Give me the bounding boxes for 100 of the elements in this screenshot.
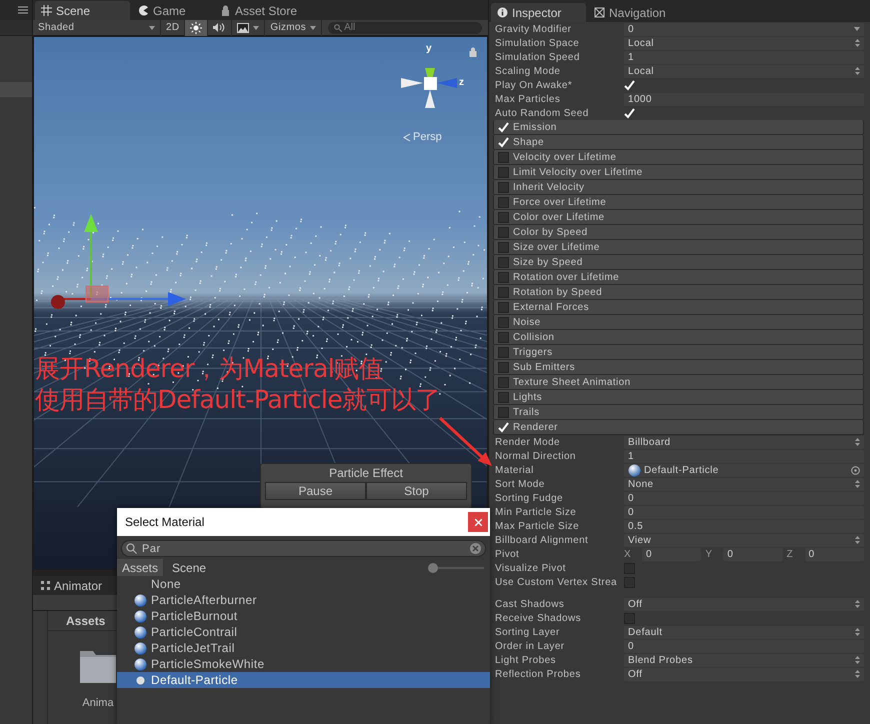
sphere-icon (134, 626, 146, 638)
number-field[interactable]: 1000 (624, 92, 864, 106)
material-item[interactable]: ParticleJetTrail (117, 640, 490, 656)
dropdown[interactable]: Local (624, 36, 864, 50)
checkmark-icon (624, 80, 635, 90)
clear-icon[interactable] (470, 543, 481, 554)
module-header[interactable]: Shape (493, 135, 864, 150)
checkbox[interactable] (498, 286, 509, 298)
checkbox[interactable] (498, 392, 509, 402)
checkbox[interactable] (498, 376, 509, 388)
property-label: Normal Direction (494, 450, 577, 462)
module-header[interactable]: External Forces (493, 300, 864, 315)
chevron-left-icon (403, 132, 411, 142)
padlock-icon[interactable] (469, 47, 477, 57)
number-field[interactable]: 0 (624, 492, 864, 504)
checkbox[interactable] (498, 166, 509, 178)
checkbox[interactable] (498, 272, 509, 282)
lighting-toggle[interactable] (185, 20, 208, 36)
annotation-text: 展开Renderer，为Materal赋值 (35, 353, 384, 384)
checkbox[interactable] (498, 256, 509, 268)
dropdown[interactable]: View (624, 534, 864, 546)
module-header[interactable]: Trails (493, 405, 864, 420)
tab[interactable]: Scene (35, 1, 130, 20)
module-header[interactable]: Renderer (493, 420, 864, 435)
number-field[interactable]: 0 (804, 548, 864, 560)
material-item[interactable]: None (117, 576, 490, 592)
object-field[interactable]: Default-Particle (624, 464, 864, 476)
checkbox[interactable] (498, 196, 509, 208)
selected-row[interactable] (0, 82, 32, 97)
number-field[interactable]: 1 (624, 450, 864, 462)
material-item[interactable]: ParticleAfterburner (117, 592, 490, 608)
material-item[interactable]: Default-Particle (117, 672, 490, 688)
module-header[interactable]: Inherit Velocity (493, 180, 864, 195)
target-icon[interactable] (851, 466, 860, 474)
number-field[interactable]: 0 (624, 640, 864, 652)
dropdown[interactable]: None (624, 478, 864, 490)
module-header[interactable]: Size over Lifetime (493, 240, 864, 255)
dropdown[interactable]: Billboard (624, 436, 864, 448)
asset-label[interactable]: Anima (82, 697, 114, 709)
checkbox[interactable] (624, 612, 635, 624)
close-icon (474, 518, 482, 526)
module-header[interactable]: Emission (493, 120, 864, 135)
module-header[interactable]: Collision (493, 330, 864, 345)
checkbox[interactable] (498, 332, 509, 342)
module-header[interactable]: Size by Speed (493, 255, 864, 270)
checkbox[interactable] (498, 316, 509, 328)
tab[interactable]: Game (132, 1, 212, 20)
number-field[interactable]: 0 (723, 548, 783, 560)
axis-label: X (624, 548, 632, 560)
search-field[interactable]: Par (121, 540, 486, 557)
checkbox[interactable] (498, 152, 509, 162)
checkbox[interactable] (498, 406, 509, 418)
dropdown[interactable]: Blend Probes (624, 654, 864, 666)
effect-button[interactable]: Pause (265, 482, 366, 500)
dropdown[interactable]: Local (624, 64, 864, 78)
dropdown[interactable]: Off (624, 598, 864, 610)
number-field[interactable]: 0.5 (624, 520, 864, 532)
checkbox[interactable] (498, 212, 509, 222)
property-label: Visualize Pivot (494, 562, 567, 574)
module-header[interactable]: Rotation by Speed (493, 285, 864, 300)
checkbox[interactable] (498, 226, 509, 238)
checkbox[interactable] (498, 242, 509, 252)
module-header[interactable]: Sub Emitters (493, 360, 864, 375)
module-header[interactable]: Limit Velocity over Lifetime (493, 165, 864, 180)
slider-thumb[interactable] (428, 562, 438, 572)
checkbox[interactable] (498, 302, 509, 312)
module-header[interactable]: Lights (493, 390, 864, 405)
tab[interactable]: Inspector (491, 3, 586, 22)
module-header[interactable]: Force over Lifetime (493, 195, 864, 210)
module-header[interactable]: Noise (493, 315, 864, 330)
menu-icon[interactable] (18, 6, 28, 14)
module-header[interactable]: Rotation over Lifetime (493, 270, 864, 285)
animator-tab[interactable]: Animator (33, 578, 110, 592)
module-header[interactable]: Color over Lifetime (493, 210, 864, 225)
property-label: Sorting Fudge (494, 492, 564, 504)
dropdown[interactable]: Default (624, 626, 864, 638)
effect-button[interactable]: Stop (366, 482, 467, 500)
close-button[interactable] (468, 512, 488, 532)
module-header[interactable]: Velocity over Lifetime (493, 150, 864, 165)
tab[interactable]: Asset Store (214, 1, 308, 20)
checkbox[interactable] (498, 362, 509, 372)
up-down-arrows-icon (855, 536, 860, 544)
tab[interactable]: Assets (117, 559, 164, 576)
number-field[interactable]: 0 (642, 548, 702, 560)
material-item[interactable]: ParticleBurnout (117, 608, 490, 624)
dropdown[interactable]: Off (624, 668, 864, 680)
property-label: Render Mode (494, 436, 561, 448)
checkbox[interactable] (498, 182, 509, 192)
number-field[interactable]: 0 (624, 22, 864, 36)
property-label: Light Probes (494, 654, 557, 666)
tab[interactable]: Navigation (588, 3, 676, 22)
module-header[interactable]: Color by Speed (493, 225, 864, 240)
module-header[interactable]: Triggers (493, 345, 864, 360)
number-field[interactable]: 1 (624, 50, 864, 64)
module-header[interactable]: Texture Sheet Animation (493, 375, 864, 390)
material-item[interactable]: ParticleSmokeWhite (117, 656, 490, 672)
padlock-icon (220, 5, 231, 16)
checkmark-icon (624, 108, 635, 118)
number-field[interactable]: 0 (624, 506, 864, 518)
checkbox[interactable] (498, 346, 509, 358)
